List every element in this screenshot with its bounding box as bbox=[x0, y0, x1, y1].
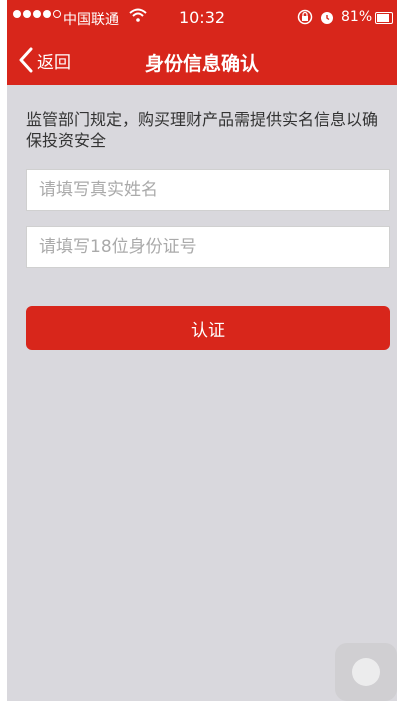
id-number-input[interactable] bbox=[26, 226, 390, 268]
assistive-touch-button[interactable] bbox=[335, 643, 397, 701]
real-name-input[interactable] bbox=[26, 169, 390, 211]
alarm-icon bbox=[319, 9, 335, 29]
rotation-lock-icon bbox=[297, 9, 313, 29]
assistive-touch-icon bbox=[352, 658, 380, 686]
verify-button[interactable]: 认证 bbox=[26, 306, 390, 350]
nav-bar: 返回 身份信息确认 bbox=[7, 38, 397, 85]
page-title: 身份信息确认 bbox=[144, 53, 259, 75]
status-bar: 中国联通 10:32 81% bbox=[7, 0, 397, 38]
phone-screen: 中国联通 10:32 81% 返回 身份信息确认 监管部门规定，购买理财产品需提… bbox=[7, 0, 397, 701]
battery-icon bbox=[375, 12, 393, 24]
status-time: 10:32 bbox=[178, 8, 226, 27]
regulation-notice: 监管部门规定，购买理财产品需提供实名信息以确保投资安全 bbox=[26, 110, 379, 150]
battery-percent: 81% bbox=[341, 9, 373, 25]
